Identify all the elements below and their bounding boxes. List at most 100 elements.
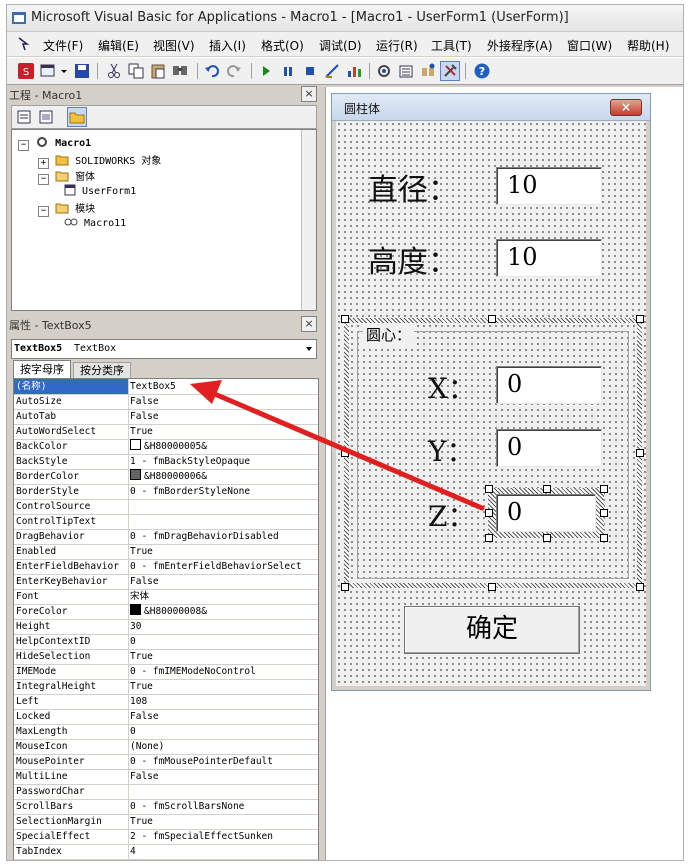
close-icon[interactable]: × <box>301 86 317 102</box>
property-row[interactable]: BackColor &H80000005& <box>14 439 318 455</box>
property-row[interactable]: AutoSize False <box>14 394 318 410</box>
property-value[interactable]: 0 - fmEnterFieldBehaviorSelect <box>130 559 316 574</box>
property-row[interactable]: SpecialEffect 2 - fmSpecialEffectSunken <box>14 829 318 845</box>
property-row[interactable]: MultiLine False <box>14 769 318 785</box>
property-row[interactable]: ScrollBars 0 - fmScrollBarsNone <box>14 799 318 815</box>
copy-icon[interactable] <box>127 62 145 80</box>
property-row[interactable]: DragBehavior 0 - fmDragBehaviorDisabled <box>14 529 318 545</box>
property-value[interactable]: False <box>130 709 316 724</box>
property-value[interactable]: 2 - fmSpecialEffectSunken <box>130 829 316 844</box>
view-object-icon[interactable] <box>38 109 54 125</box>
insert-userform-icon[interactable] <box>39 62 57 80</box>
property-value[interactable]: True <box>130 679 316 694</box>
property-row[interactable]: (名称) TextBox5 <box>14 379 318 395</box>
property-row[interactable]: SelectionMargin True <box>14 814 318 830</box>
menu-run[interactable]: 运行(R) <box>376 37 418 54</box>
tab-alphabetic[interactable]: 按字母序 <box>13 360 71 378</box>
property-row[interactable]: TabIndex 4 <box>14 844 318 860</box>
paste-icon[interactable] <box>149 62 167 80</box>
y-textbox[interactable]: 0 <box>496 429 602 467</box>
menu-help[interactable]: 帮助(H) <box>627 37 669 54</box>
property-value[interactable]: 30 <box>130 619 316 634</box>
property-value[interactable]: True <box>130 424 316 439</box>
z-textbox[interactable]: 0 <box>496 494 596 532</box>
property-row[interactable]: Font 宋体 <box>14 589 318 605</box>
menu-addins[interactable]: 外接程序(A) <box>487 37 553 54</box>
property-value[interactable]: False <box>130 409 316 424</box>
toggle-folders-icon[interactable] <box>67 107 87 127</box>
reset-icon[interactable] <box>301 62 319 80</box>
break-icon[interactable] <box>279 62 297 80</box>
tree-node-solidworks-objects[interactable]: + SOLIDWORKS 对象 <box>38 152 161 169</box>
property-value[interactable]: 0 - fmIMEModeNoControl <box>130 664 316 679</box>
resize-handle[interactable] <box>485 485 493 493</box>
property-row[interactable]: MaxLength 0 <box>14 724 318 740</box>
frame-resize-handle[interactable] <box>341 315 349 323</box>
property-row[interactable]: MousePointer 0 - fmMousePointerDefault <box>14 754 318 770</box>
property-row[interactable]: HideSelection True <box>14 649 318 665</box>
property-value[interactable]: 4 <box>130 844 316 859</box>
menu-debug[interactable]: 调试(D) <box>319 37 362 54</box>
property-value[interactable]: (None) <box>130 739 316 754</box>
design-mode-icon[interactable] <box>323 62 341 80</box>
property-value[interactable] <box>130 784 316 799</box>
object-selector[interactable]: TextBox5 TextBox <box>11 339 317 359</box>
resize-handle[interactable] <box>600 534 608 542</box>
property-value[interactable]: 1 - fmBackStyleOpaque <box>130 454 316 469</box>
chevron-down-icon[interactable] <box>304 344 314 354</box>
redo-icon[interactable] <box>225 62 243 80</box>
property-value[interactable]: 0 - fmMousePointerDefault <box>130 754 316 769</box>
property-row[interactable]: BorderColor &H80000006& <box>14 469 318 485</box>
property-value[interactable] <box>130 514 316 529</box>
property-value[interactable]: 0 <box>130 634 316 649</box>
property-row[interactable]: ForeColor &H80000008& <box>14 604 318 620</box>
chevron-down-icon[interactable] <box>59 62 69 80</box>
property-value[interactable]: True <box>130 544 316 559</box>
close-icon[interactable]: × <box>301 316 317 332</box>
close-icon[interactable]: × <box>610 99 642 116</box>
property-value[interactable]: &H80000008& <box>130 604 316 619</box>
property-value[interactable]: True <box>130 649 316 664</box>
resize-handle[interactable] <box>485 509 493 517</box>
property-value[interactable]: &H80000006& <box>130 469 316 484</box>
property-row[interactable]: Left 108 <box>14 694 318 710</box>
property-value[interactable]: 0 - fmScrollBarsNone <box>130 799 316 814</box>
property-row[interactable]: ControlTipText <box>14 514 318 530</box>
frame-resize-handle[interactable] <box>636 315 644 323</box>
undo-icon[interactable] <box>203 62 221 80</box>
frame-resize-handle[interactable] <box>488 583 496 591</box>
x-textbox[interactable]: 0 <box>496 366 602 404</box>
resize-handle[interactable] <box>485 534 493 542</box>
property-value[interactable] <box>130 499 316 514</box>
center-frame[interactable]: 圆心： X： 0 Y： 0 Z： 0 <box>349 323 637 583</box>
property-row[interactable]: ControlSource <box>14 499 318 515</box>
property-row[interactable]: IMEMode 0 - fmIMEModeNoControl <box>14 664 318 680</box>
property-row[interactable]: MouseIcon (None) <box>14 739 318 755</box>
property-row[interactable]: AutoWordSelect True <box>14 424 318 440</box>
height-textbox[interactable]: 10 <box>496 239 602 277</box>
tree-scrollbar[interactable] <box>301 130 316 310</box>
view-host-icon[interactable] <box>17 36 33 52</box>
property-value[interactable]: 108 <box>130 694 316 709</box>
property-row[interactable]: EnterKeyBehavior False <box>14 574 318 590</box>
property-row[interactable]: PasswordChar <box>14 784 318 800</box>
save-icon[interactable] <box>73 62 91 80</box>
menu-edit[interactable]: 编辑(E) <box>98 37 139 54</box>
solidworks-icon[interactable]: S <box>17 62 35 80</box>
property-value[interactable]: 0 - fmBorderStyleNone <box>130 484 316 499</box>
resize-handle[interactable] <box>600 485 608 493</box>
menu-tools[interactable]: 工具(T) <box>431 37 472 54</box>
property-value[interactable]: TextBox5 <box>130 379 316 394</box>
frame-resize-handle[interactable] <box>636 583 644 591</box>
toolbox-icon[interactable] <box>440 61 460 81</box>
property-row[interactable]: IntegralHeight True <box>14 679 318 695</box>
ok-button[interactable]: 确定 <box>404 606 580 654</box>
project-explorer-icon[interactable] <box>375 62 393 80</box>
property-row[interactable]: AutoTab False <box>14 409 318 425</box>
property-row[interactable]: HelpContextID 0 <box>14 634 318 650</box>
menu-insert[interactable]: 插入(I) <box>209 37 246 54</box>
tree-node-modules[interactable]: − 模块 <box>38 200 95 217</box>
resize-handle[interactable] <box>543 534 551 542</box>
property-row[interactable]: Locked False <box>14 709 318 725</box>
property-value[interactable]: 0 - fmDragBehaviorDisabled <box>130 529 316 544</box>
